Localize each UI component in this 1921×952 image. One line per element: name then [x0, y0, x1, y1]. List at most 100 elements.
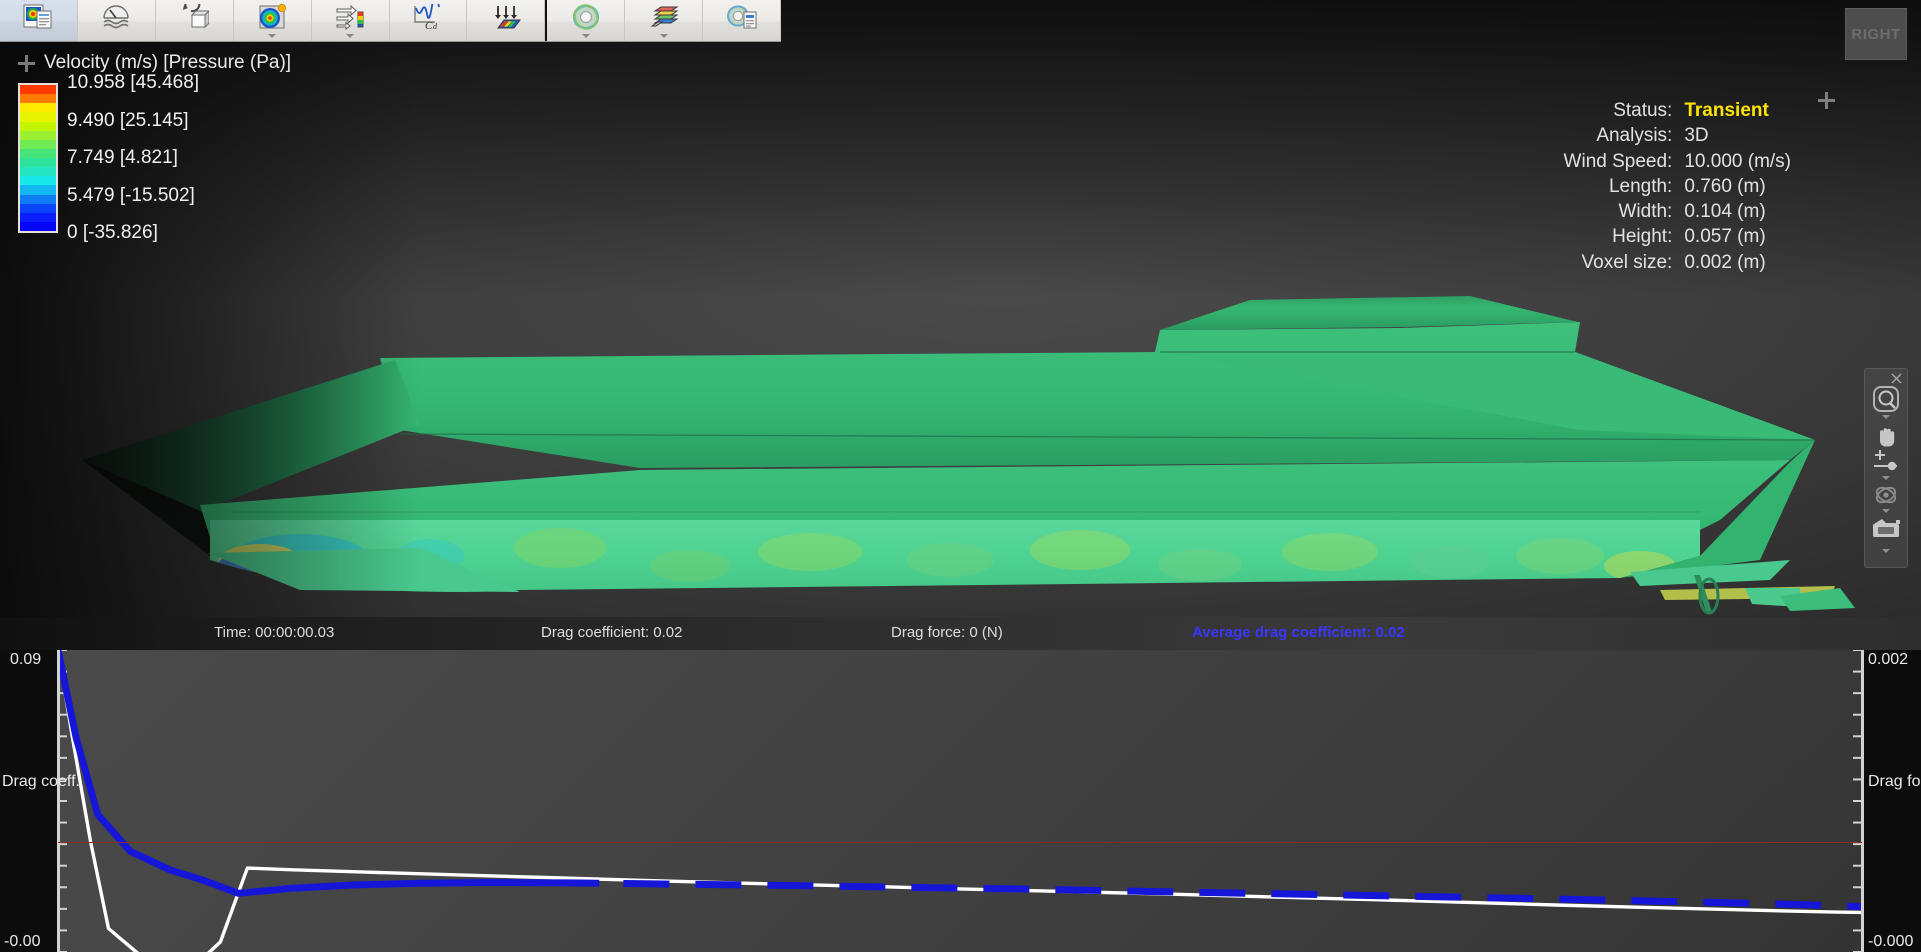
- toolbar-button-flow-arrows[interactable]: [312, 0, 390, 41]
- status-time: Time: 00:00:00.03: [214, 624, 335, 641]
- flow-arrows-icon: [335, 0, 365, 31]
- color-band: [20, 203, 56, 213]
- status-row-value: 0.002 (m): [1684, 251, 1766, 273]
- toolbar-button-drag-plot[interactable]: Cd: [390, 0, 468, 41]
- camera-icon[interactable]: [1870, 515, 1902, 539]
- legend-header: Velocity (m/s) [Pressure (Pa)]: [18, 52, 291, 74]
- status-row-value: 0.760 (m): [1684, 175, 1766, 197]
- status-row-5: Height: 0.057 (m): [1564, 224, 1791, 249]
- zoom-window-icon[interactable]: [1871, 384, 1901, 414]
- color-band: [20, 121, 56, 131]
- status-drag-coefficient: Drag coefficient: 0.02: [541, 624, 683, 641]
- color-band: [20, 185, 56, 195]
- move-cross-icon[interactable]: [18, 54, 35, 72]
- toolbar-button-layers-stack[interactable]: [625, 0, 704, 41]
- color-band: [20, 139, 56, 149]
- legend-title-text: Velocity (m/s) [Pressure (Pa)]: [44, 52, 292, 73]
- color-band: [20, 176, 56, 186]
- toolbar-button-rotate-box[interactable]: [156, 0, 234, 41]
- legend-tick-1: 9.490 [25.145]: [67, 109, 189, 131]
- chevron-down-icon[interactable]: [312, 31, 389, 40]
- color-legend[interactable]: Velocity (m/s) [Pressure (Pa)] 10.958 [4…: [18, 52, 291, 243]
- color-band: [20, 112, 56, 122]
- status-row-4: Width: 0.104 (m): [1564, 199, 1791, 224]
- plane-slices-icon: [491, 0, 521, 31]
- toolbar-button-foot: [467, 31, 544, 40]
- chevron-down-icon[interactable]: [1882, 509, 1890, 513]
- toolbar-button-plane-slices[interactable]: [467, 0, 546, 41]
- gauge-wave-icon: [101, 0, 131, 31]
- status-drag-force: Drag force: 0 (N): [891, 624, 1003, 641]
- color-band: [20, 194, 56, 204]
- svg-text:d: d: [433, 22, 438, 30]
- zoom-slider-icon[interactable]: [1871, 449, 1901, 475]
- toolbar-button-results-viewer[interactable]: [0, 0, 78, 41]
- report-export-icon: [726, 0, 757, 31]
- color-band: [20, 221, 56, 231]
- 3d-viewport[interactable]: Velocity (m/s) [Pressure (Pa)] 10.958 [4…: [0, 0, 1921, 633]
- color-band: [20, 158, 56, 168]
- contour-colors-icon: [257, 0, 287, 31]
- toolbar-button-gauge-wave[interactable]: [78, 0, 156, 41]
- toolbar-button-contour-colors[interactable]: [234, 0, 312, 41]
- layers-stack-icon: [649, 0, 679, 31]
- toolbar-button-report-export[interactable]: [703, 0, 782, 41]
- toolbar-button-iso-surface[interactable]: [547, 0, 626, 41]
- color-bar: [18, 83, 58, 233]
- status-row-0: Status: Transient: [1564, 98, 1791, 123]
- pan-hand-icon[interactable]: [1872, 421, 1900, 449]
- right-axis-min-label: -0.000: [1868, 933, 1914, 950]
- right-axis-title: Drag force (N): [1868, 773, 1921, 790]
- status-average-drag-coefficient[interactable]: Average drag coefficient: 0.02: [1192, 624, 1405, 641]
- chart-zero-line: [58, 842, 1862, 843]
- color-band: [20, 94, 56, 104]
- status-row-2: Wind Speed: 10.000 (m/s): [1564, 149, 1791, 174]
- status-row-6: Voxel size: 0.002 (m): [1564, 250, 1791, 275]
- toolbar-button-foot: [156, 31, 233, 40]
- navigation-toolbar[interactable]: [1864, 368, 1908, 568]
- left-axis-min-label: -0.00: [4, 933, 41, 950]
- svg-text:C: C: [425, 20, 433, 30]
- toolbar-button-foot: [390, 31, 467, 40]
- legend-tick-3: 5.479 [-15.502]: [67, 184, 195, 206]
- color-band: [20, 103, 56, 113]
- status-row-key: Voxel size:: [1581, 251, 1673, 273]
- chart-curves: [58, 650, 1862, 952]
- status-row-value: 3D: [1684, 125, 1709, 147]
- status-row-value: Transient: [1684, 100, 1769, 121]
- toolbar-button-foot: [78, 31, 155, 40]
- status-row-3: Length: 0.760 (m): [1564, 174, 1791, 199]
- chevron-down-icon[interactable]: [234, 31, 311, 40]
- chevron-down-icon[interactable]: [1882, 549, 1890, 553]
- cfd-simulation-window: Velocity (m/s) [Pressure (Pa)] 10.958 [4…: [0, 0, 1921, 952]
- simulation-status-bar: Time: 00:00:00.03 Drag coefficient: 0.02…: [0, 617, 1921, 650]
- legend-tick-0: 10.958 [45.468]: [67, 72, 200, 93]
- chart-plot-area[interactable]: [58, 650, 1862, 952]
- drag-history-chart[interactable]: 0.09 -0.00 Drag coeff. 0.002 -0.000 Drag…: [0, 650, 1921, 952]
- right-axis-max-label: 0.002: [1868, 651, 1909, 668]
- status-row-value: 10.000 (m/s): [1684, 150, 1791, 172]
- status-row-key: Analysis:: [1596, 125, 1673, 147]
- status-row-value: 0.104 (m): [1684, 201, 1766, 223]
- legend-tick-4: 0 [-35.826]: [67, 222, 158, 243]
- left-axis-line: [57, 650, 60, 952]
- main-toolbar[interactable]: Cd: [0, 0, 782, 42]
- status-row-key: Width:: [1618, 201, 1673, 223]
- chevron-down-icon[interactable]: [547, 31, 624, 40]
- close-icon[interactable]: [1865, 372, 1907, 384]
- orbit-icon[interactable]: [1872, 482, 1900, 508]
- simulation-status-panel[interactable]: Status: Transient Analysis: 3D Wind Speed: 10…: [1564, 92, 1835, 275]
- chevron-down-icon[interactable]: [1882, 415, 1890, 419]
- status-row-value: 0.057 (m): [1684, 226, 1766, 248]
- chevron-down-icon[interactable]: [625, 31, 702, 40]
- chevron-down-icon[interactable]: [1882, 476, 1890, 480]
- rotate-box-icon: [179, 0, 210, 31]
- left-axis-max-label: 0.09: [10, 651, 42, 668]
- iso-surface-icon: [571, 0, 601, 31]
- view-orientation-cube[interactable]: RIGHT: [1845, 8, 1907, 60]
- move-cross-icon[interactable]: [1818, 92, 1835, 109]
- drag-plot-icon: Cd: [413, 0, 443, 31]
- status-row-key: Status:: [1613, 100, 1673, 121]
- status-table: Status: Transient Analysis: 3D Wind Speed: 10…: [1564, 98, 1791, 275]
- color-band: [20, 130, 56, 140]
